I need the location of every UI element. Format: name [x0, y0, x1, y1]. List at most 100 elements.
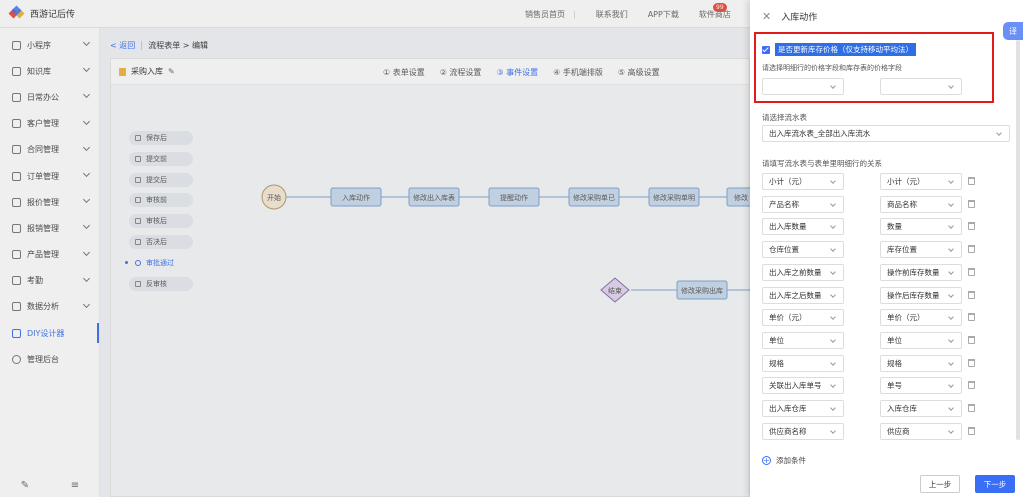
chevron-down-icon — [830, 359, 836, 366]
chevron-down-icon — [948, 223, 954, 230]
prev-step-button[interactable]: 上一步 — [920, 475, 960, 493]
relation-right-select[interactable]: 小计（元） — [880, 173, 962, 190]
relation-right-value: 操作后库存数量 — [887, 290, 940, 300]
relation-left-value: 供应商名称 — [769, 426, 807, 436]
chevron-down-icon — [948, 427, 954, 434]
relation-right-value: 单位 — [887, 335, 902, 345]
chevron-down-icon — [948, 246, 954, 252]
add-condition-button[interactable]: + 添加条件 — [762, 455, 806, 466]
relation-right-value: 数量 — [887, 222, 902, 232]
chevron-down-icon — [830, 246, 836, 252]
relation-right-value: 操作前库存数量 — [887, 267, 940, 277]
chevron-down-icon — [830, 314, 836, 321]
relation-left-value: 关联出入库单号 — [769, 381, 822, 391]
relation-right-select[interactable]: 规格 — [880, 354, 962, 372]
delete-row-icon[interactable] — [968, 313, 975, 322]
chevron-down-icon — [830, 223, 836, 230]
relation-left-value: 产品名称 — [769, 199, 799, 209]
delete-row-icon[interactable] — [968, 290, 975, 299]
delete-row-icon[interactable] — [968, 381, 975, 390]
delete-row-icon[interactable] — [968, 245, 975, 254]
stock-price-field-select[interactable] — [880, 78, 962, 95]
relation-left-select[interactable]: 出入库之前数量 — [762, 263, 844, 281]
flow-table-value: 出入库流水表_全部出入库流水 — [769, 129, 871, 138]
close-icon[interactable]: ✕ — [762, 10, 771, 23]
relation-right-value: 小计（元） — [887, 177, 925, 186]
chevron-down-icon — [948, 382, 954, 389]
relation-right-select[interactable]: 操作后库存数量 — [880, 286, 962, 304]
relation-right-select[interactable]: 单位 — [880, 331, 962, 349]
chevron-down-icon — [948, 291, 954, 298]
panel-scrollbar[interactable] — [1016, 40, 1020, 440]
relation-right-select[interactable]: 供应商 — [880, 422, 962, 440]
relation-left-value: 出入库数量 — [769, 222, 807, 232]
relation-left-select[interactable]: 产品名称 — [762, 195, 844, 213]
relation-left-select[interactable]: 出入库数量 — [762, 218, 844, 236]
delete-row-icon[interactable] — [968, 426, 975, 435]
next-step-button[interactable]: 下一步 — [975, 475, 1015, 493]
relation-left-select[interactable]: 单价（元） — [762, 309, 844, 327]
update-price-label[interactable]: 是否更新库存价格（仅支持移动平均法） — [775, 43, 916, 56]
relation-left-value: 单价（元） — [769, 313, 807, 323]
relation-left-value: 出入库之后数量 — [769, 290, 822, 300]
chevron-down-icon — [948, 200, 954, 207]
relation-right-select[interactable]: 入库仓库 — [880, 400, 962, 417]
relation-right-value: 商品名称 — [887, 199, 917, 209]
relation-left-value: 规格 — [769, 358, 784, 368]
relation-right-value: 入库仓库 — [887, 404, 917, 413]
relation-left-select[interactable]: 关联出入库单号 — [762, 377, 844, 395]
delete-row-icon[interactable] — [968, 335, 975, 344]
chevron-down-icon — [948, 83, 954, 89]
relation-left-select[interactable]: 出入库仓库 — [762, 400, 844, 417]
chevron-down-icon — [948, 337, 954, 343]
relation-right-value: 供应商 — [887, 426, 910, 436]
translate-button[interactable]: 译 — [1003, 22, 1023, 40]
relation-right-select[interactable]: 操作前库存数量 — [880, 263, 962, 281]
relation-right-select[interactable]: 数量 — [880, 218, 962, 236]
delete-row-icon[interactable] — [968, 199, 975, 208]
relation-left-select[interactable]: 小计（元） — [762, 173, 844, 190]
chevron-down-icon — [948, 178, 954, 184]
relation-right-value: 单价（元） — [887, 313, 925, 323]
chevron-down-icon — [830, 200, 836, 207]
relation-left-select[interactable]: 仓库位置 — [762, 241, 844, 259]
delete-row-icon[interactable] — [968, 222, 975, 231]
relation-left-select[interactable]: 单位 — [762, 331, 844, 349]
relation-left-value: 单位 — [769, 335, 784, 345]
delete-row-icon[interactable] — [968, 358, 975, 367]
relation-left-value: 出入库仓库 — [769, 404, 807, 413]
chevron-down-icon — [830, 178, 836, 184]
relation-right-value: 单号 — [887, 381, 902, 391]
relation-right-value: 规格 — [887, 358, 902, 368]
chevron-down-icon — [830, 382, 836, 389]
chevron-down-icon — [830, 337, 836, 343]
relation-right-select[interactable]: 商品名称 — [880, 195, 962, 213]
chevron-down-icon — [948, 268, 954, 275]
relation-right-select[interactable]: 单价（元） — [880, 309, 962, 327]
relation-left-value: 出入库之前数量 — [769, 267, 822, 277]
chevron-down-icon — [948, 359, 954, 366]
chevron-down-icon — [830, 83, 836, 89]
relation-label: 请填写流水表与表单里明细行的关系 — [762, 159, 882, 168]
relation-left-select[interactable]: 规格 — [762, 354, 844, 372]
chevron-down-icon — [948, 405, 954, 411]
relation-left-value: 仓库位置 — [769, 245, 799, 255]
relation-right-select[interactable]: 库存位置 — [880, 241, 962, 259]
delete-row-icon[interactable] — [968, 404, 975, 412]
delete-row-icon[interactable] — [968, 267, 975, 276]
relation-left-select[interactable]: 出入库之后数量 — [762, 286, 844, 304]
panel-title: 入库动作 — [781, 12, 818, 23]
flow-table-label: 请选择流水表 — [762, 113, 807, 122]
chevron-down-icon — [996, 130, 1002, 136]
detail-price-field-select[interactable] — [762, 78, 844, 95]
relation-left-select[interactable]: 供应商名称 — [762, 422, 844, 440]
flow-table-select[interactable]: 出入库流水表_全部出入库流水 — [762, 125, 1010, 142]
plus-icon: + — [762, 456, 771, 465]
relation-right-select[interactable]: 单号 — [880, 377, 962, 395]
chevron-down-icon — [830, 291, 836, 298]
chevron-down-icon — [830, 268, 836, 275]
update-price-checkbox[interactable] — [762, 45, 770, 54]
add-condition-label: 添加条件 — [776, 456, 806, 465]
chevron-down-icon — [948, 314, 954, 321]
delete-row-icon[interactable] — [968, 177, 975, 185]
